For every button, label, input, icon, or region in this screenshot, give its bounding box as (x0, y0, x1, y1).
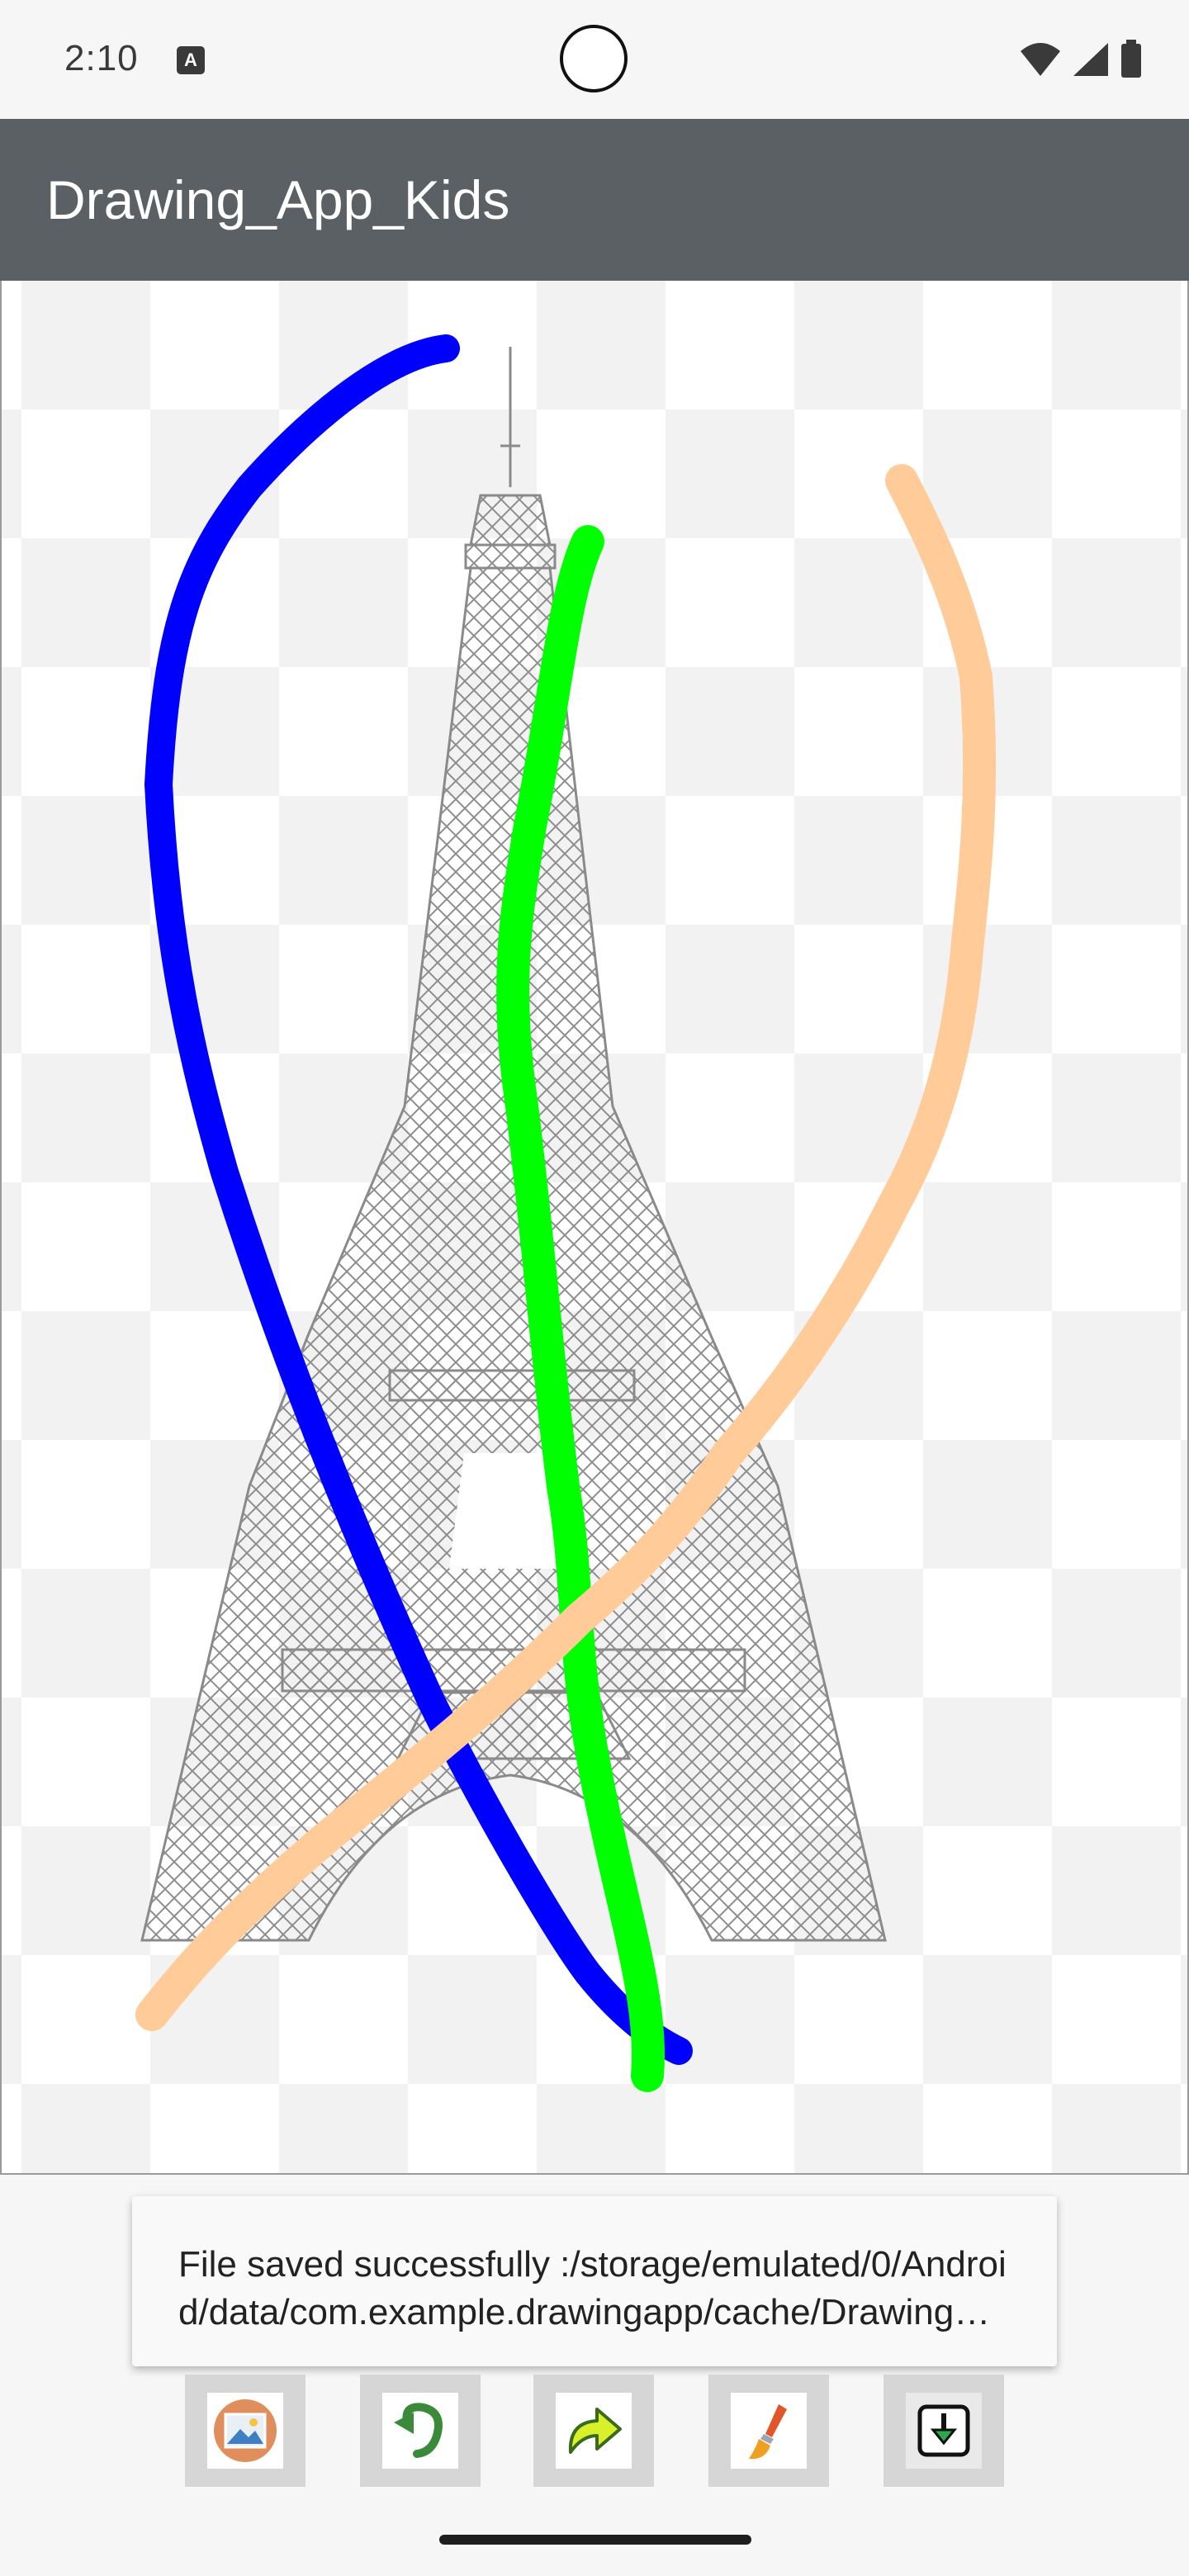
redo-button[interactable] (533, 2375, 654, 2487)
redo-icon (568, 2408, 622, 2454)
download-icon (917, 2404, 970, 2457)
redo-icon-frame (556, 2393, 632, 2469)
battery-icon (1121, 40, 1141, 78)
paint-brush-icon (749, 2404, 787, 2460)
signal-icon (1073, 43, 1108, 76)
status-icons (1019, 40, 1143, 79)
toast-message: File saved successfully :/storage/emulat… (178, 2244, 1007, 2332)
canvas-drawing[interactable] (2, 281, 1189, 2175)
brush-icon-frame (731, 2393, 807, 2469)
undo-icon-frame (382, 2393, 458, 2469)
undo-button[interactable] (360, 2375, 481, 2487)
brush-button[interactable] (708, 2375, 829, 2487)
image-gallery-icon (214, 2399, 277, 2462)
status-time: 2:10 (64, 38, 139, 78)
camera-cutout (560, 25, 628, 92)
drawing-canvas[interactable] (0, 281, 1189, 2175)
wifi-icon (1021, 43, 1060, 76)
undo-icon (394, 2403, 443, 2458)
status-bar: 2:10 A (0, 0, 1189, 119)
save-toast: File saved successfully :/storage/emulat… (132, 2196, 1057, 2366)
gallery-icon-frame (207, 2393, 283, 2469)
app-bar: Drawing_App_Kids (0, 119, 1189, 281)
notification-a-icon: A (177, 46, 205, 74)
save-icon-frame (906, 2393, 982, 2469)
app-title: Drawing_App_Kids (46, 169, 510, 230)
home-indicator[interactable] (439, 2535, 751, 2545)
save-button[interactable] (883, 2375, 1004, 2487)
bottom-toolbar (0, 2375, 1189, 2490)
gallery-button[interactable] (185, 2375, 306, 2487)
